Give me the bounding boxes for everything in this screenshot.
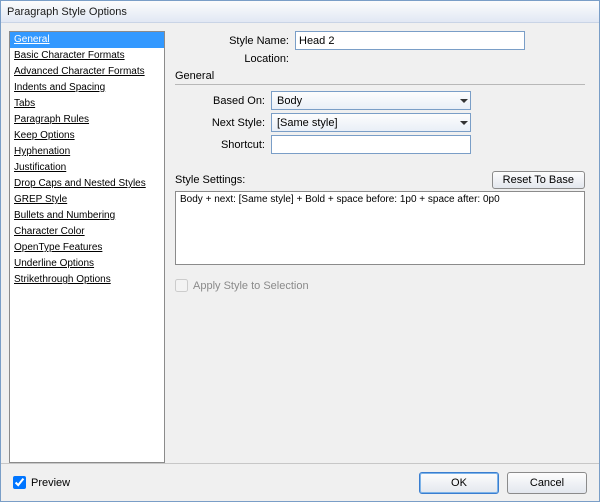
titlebar: Paragraph Style Options	[1, 1, 599, 23]
sidebar-item-label: Bullets and Numbering	[14, 210, 115, 221]
sidebar-item-hyphenation[interactable]: Hyphenation	[10, 144, 164, 160]
sidebar-item-keep-options[interactable]: Keep Options	[10, 128, 164, 144]
based-on-label: Based On:	[181, 95, 271, 107]
apply-style-to-selection-checkbox	[175, 279, 188, 292]
next-style-label: Next Style:	[181, 117, 271, 129]
sidebar-item-label: Strikethrough Options	[14, 274, 111, 285]
sidebar-item-label: Advanced Character Formats	[14, 66, 145, 77]
main-panel: Style Name: Location: General Based On: …	[175, 31, 591, 463]
chevron-down-icon	[460, 121, 468, 125]
apply-style-to-selection-label: Apply Style to Selection	[193, 280, 309, 292]
sidebar-item-tabs[interactable]: Tabs	[10, 96, 164, 112]
style-settings-label: Style Settings:	[175, 174, 245, 186]
sidebar-item-label: Tabs	[14, 98, 35, 109]
sidebar-item-underline-options[interactable]: Underline Options	[10, 256, 164, 272]
sidebar-item-label: Underline Options	[14, 258, 94, 269]
based-on-dropdown[interactable]: Body	[271, 91, 471, 110]
sidebar-item-drop-caps-and-nested-styles[interactable]: Drop Caps and Nested Styles	[10, 176, 164, 192]
sidebar-item-bullets-and-numbering[interactable]: Bullets and Numbering	[10, 208, 164, 224]
ok-button[interactable]: OK	[419, 472, 499, 494]
sidebar-item-paragraph-rules[interactable]: Paragraph Rules	[10, 112, 164, 128]
sidebar-item-label: OpenType Features	[14, 242, 102, 253]
preview-checkbox[interactable]	[13, 476, 26, 489]
preview-label: Preview	[31, 477, 70, 489]
style-name-label: Style Name:	[175, 35, 295, 47]
dialog-footer: Preview OK Cancel	[1, 463, 599, 501]
chevron-down-icon	[460, 99, 468, 103]
sidebar-item-indents-and-spacing[interactable]: Indents and Spacing	[10, 80, 164, 96]
preview-toggle[interactable]: Preview	[13, 476, 70, 489]
sidebar-item-label: General	[14, 34, 50, 45]
sidebar-item-opentype-features[interactable]: OpenType Features	[10, 240, 164, 256]
sidebar-item-label: Keep Options	[14, 130, 75, 141]
sidebar-item-label: Hyphenation	[14, 146, 70, 157]
sidebar-item-label: Drop Caps and Nested Styles	[14, 178, 146, 189]
based-on-value: Body	[277, 95, 302, 107]
paragraph-style-options-dialog: Paragraph Style Options General Basic Ch…	[0, 0, 600, 502]
shortcut-input[interactable]	[271, 135, 471, 154]
sidebar-item-label: Justification	[14, 162, 66, 173]
reset-to-base-button[interactable]: Reset To Base	[492, 171, 585, 189]
sidebar-item-basic-character-formats[interactable]: Basic Character Formats	[10, 48, 164, 64]
sidebar-item-justification[interactable]: Justification	[10, 160, 164, 176]
sidebar-item-label: Paragraph Rules	[14, 114, 89, 125]
next-style-value: [Same style]	[277, 117, 338, 129]
sidebar-item-strikethrough-options[interactable]: Strikethrough Options	[10, 272, 164, 288]
shortcut-label: Shortcut:	[181, 139, 271, 151]
dialog-content: General Basic Character Formats Advanced…	[1, 23, 599, 463]
sidebar-item-advanced-character-formats[interactable]: Advanced Character Formats	[10, 64, 164, 80]
sidebar-item-general[interactable]: General	[10, 32, 164, 48]
sidebar-item-label: Basic Character Formats	[14, 50, 125, 61]
cancel-button[interactable]: Cancel	[507, 472, 587, 494]
window-title: Paragraph Style Options	[7, 6, 127, 18]
sidebar-item-label: Indents and Spacing	[14, 82, 105, 93]
sidebar-item-label: Character Color	[14, 226, 85, 237]
sidebar-item-grep-style[interactable]: GREP Style	[10, 192, 164, 208]
style-settings-summary: Body + next: [Same style] + Bold + space…	[175, 191, 585, 265]
style-name-input[interactable]	[295, 31, 525, 50]
category-list[interactable]: General Basic Character Formats Advanced…	[9, 31, 165, 463]
general-section-header: General	[175, 70, 585, 85]
style-settings-text: Body + next: [Same style] + Bold + space…	[180, 194, 500, 205]
sidebar-item-character-color[interactable]: Character Color	[10, 224, 164, 240]
sidebar-item-label: GREP Style	[14, 194, 67, 205]
location-label: Location:	[175, 53, 295, 65]
next-style-dropdown[interactable]: [Same style]	[271, 113, 471, 132]
